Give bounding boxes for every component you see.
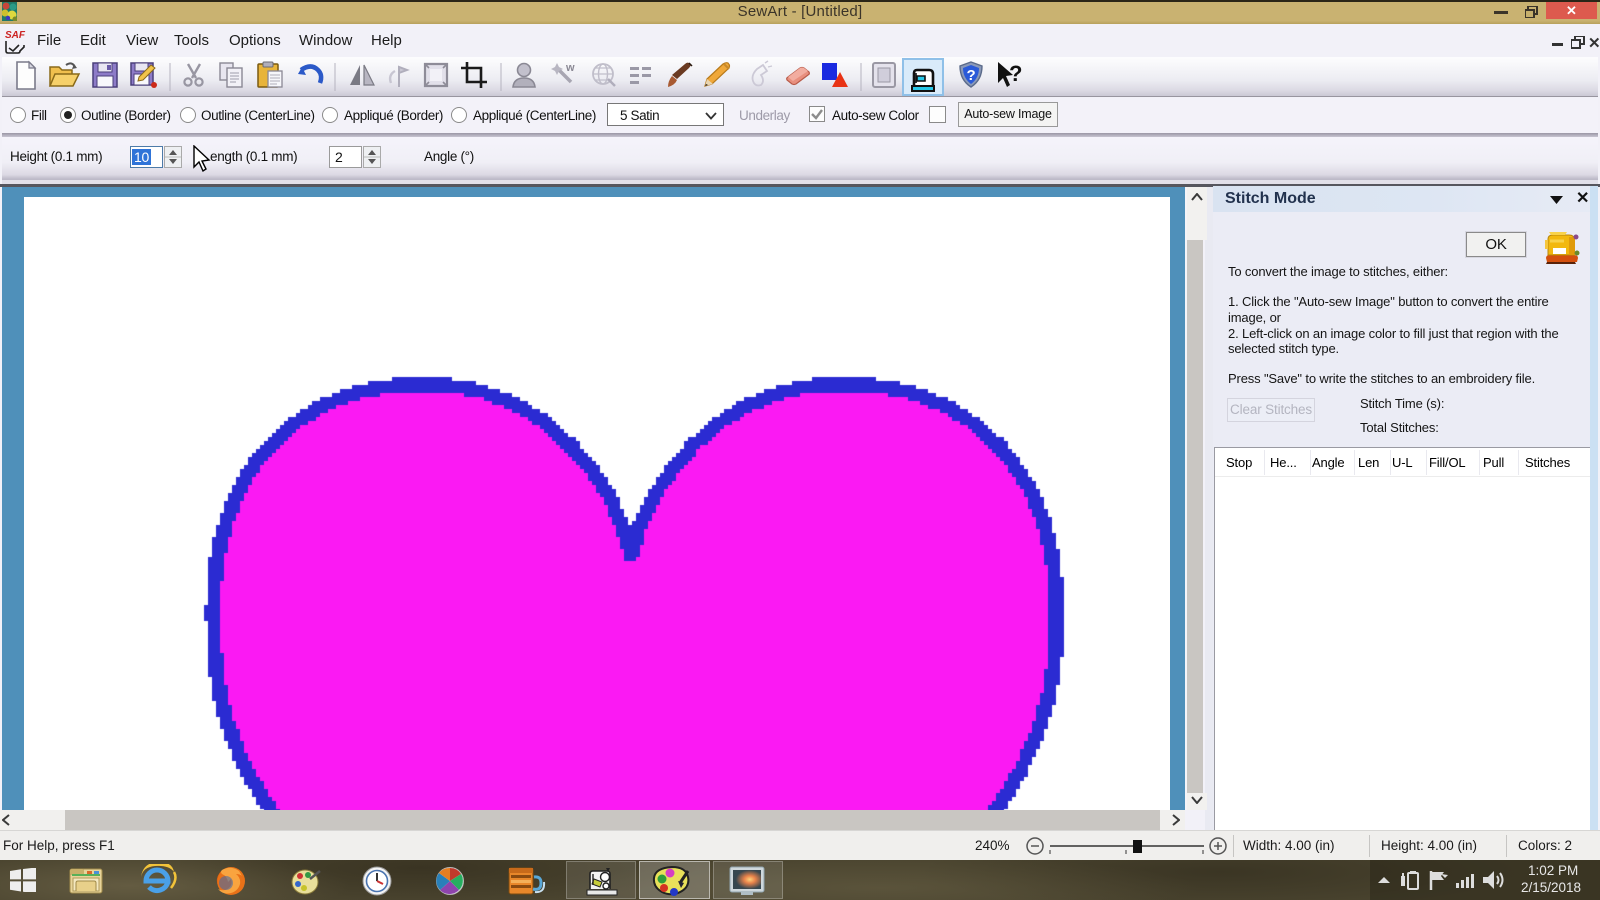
svg-text:w: w bbox=[565, 62, 575, 74]
svg-text:?: ? bbox=[967, 67, 976, 84]
svg-text:?: ? bbox=[1009, 61, 1022, 86]
